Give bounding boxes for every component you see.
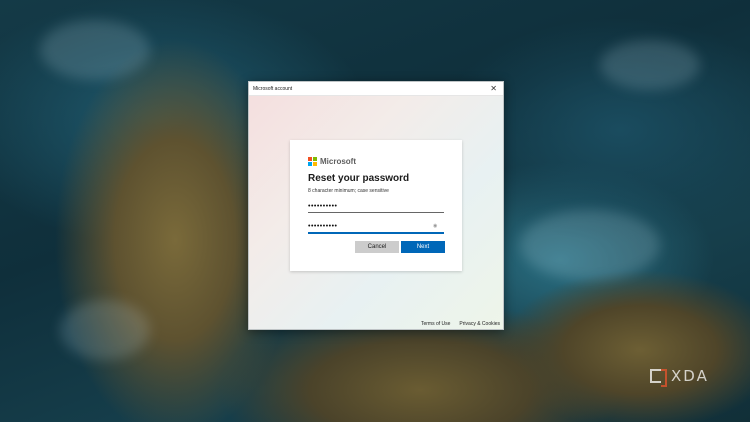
- microsoft-logo-icon: [308, 157, 317, 166]
- desktop-wallpaper: Microsoft account ✕ Microsoft Reset your…: [0, 0, 750, 422]
- password-hint: 8 character minimum; case sensitive: [308, 188, 389, 194]
- window-titlebar[interactable]: Microsoft account ✕: [249, 82, 503, 96]
- logo-square-blue: [308, 162, 312, 166]
- xda-watermark: XDA: [650, 367, 709, 387]
- xda-logo-icon: [650, 369, 667, 387]
- wave-foam: [520, 210, 660, 280]
- brand-name: Microsoft: [320, 157, 356, 166]
- eye-icon[interactable]: ◉: [433, 223, 437, 229]
- logo-square-red: [308, 157, 312, 161]
- confirm-password-input[interactable]: [308, 221, 444, 234]
- close-icon[interactable]: ✕: [490, 84, 497, 93]
- microsoft-account-window: Microsoft account ✕ Microsoft Reset your…: [248, 81, 504, 330]
- window-title: Microsoft account: [253, 85, 293, 92]
- wave-foam: [600, 40, 700, 90]
- next-button[interactable]: Next: [401, 241, 445, 253]
- watermark-text: XDA: [671, 367, 709, 385]
- logo-square-green: [313, 157, 317, 161]
- reset-password-card: Microsoft Reset your password 8 characte…: [290, 140, 462, 271]
- footer-links: Terms of Use Privacy & Cookies: [421, 321, 500, 327]
- page-title: Reset your password: [308, 173, 410, 184]
- cancel-button[interactable]: Cancel: [355, 241, 399, 253]
- logo-square-yellow: [313, 162, 317, 166]
- terms-of-use-link[interactable]: Terms of Use: [421, 321, 450, 327]
- microsoft-brand: Microsoft: [308, 157, 356, 166]
- new-password-input[interactable]: [308, 201, 444, 213]
- wave-foam: [40, 20, 150, 80]
- privacy-cookies-link[interactable]: Privacy & Cookies: [459, 321, 500, 327]
- wave-foam: [60, 300, 150, 360]
